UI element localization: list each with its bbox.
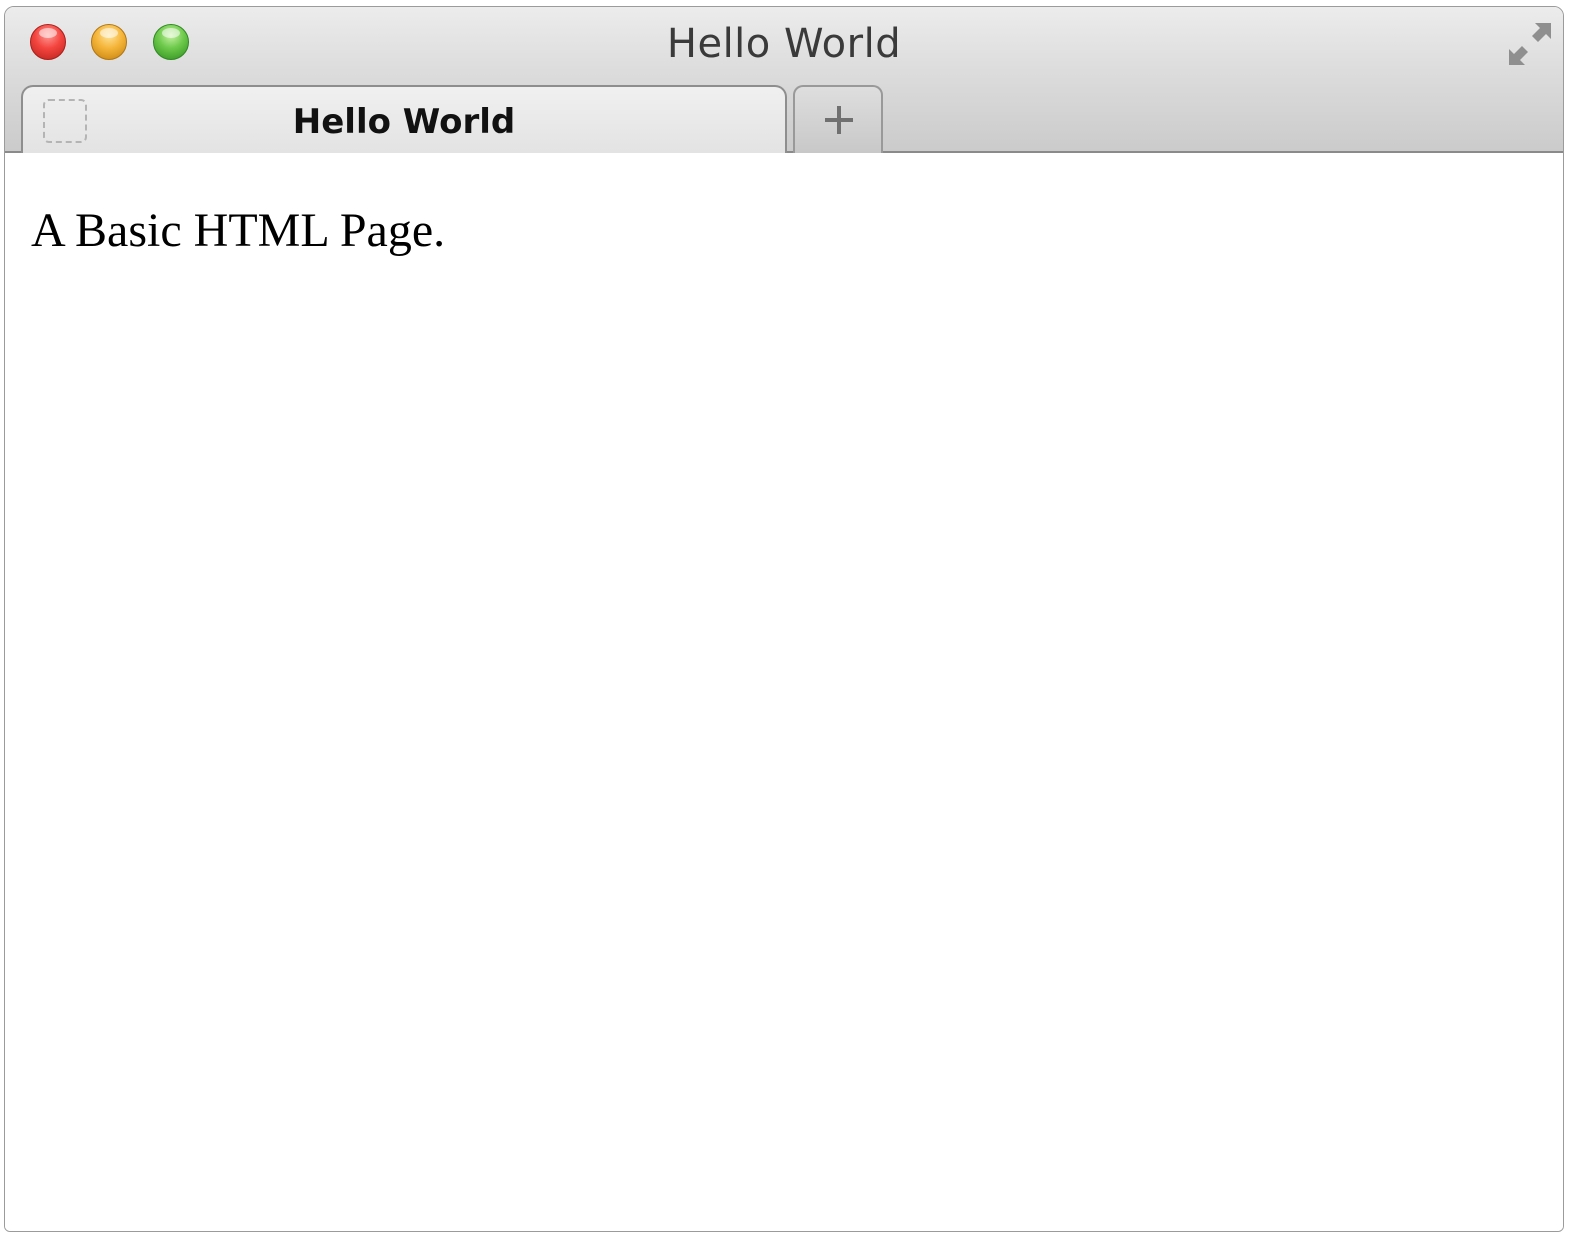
page-body-text: A Basic HTML Page.: [31, 204, 446, 257]
fullscreen-icon[interactable]: [1507, 21, 1553, 67]
tab-hello-world[interactable]: Hello World: [21, 85, 787, 157]
title-bar: Hello World Hello World: [5, 7, 1563, 157]
window-title: Hello World: [666, 21, 902, 67]
browser-window: Hello World Hello World A Basic HTML Pag…: [4, 6, 1564, 1232]
plus-icon: [825, 106, 853, 134]
page-content: A Basic HTML Page.: [5, 153, 1563, 1231]
new-tab-button[interactable]: [793, 85, 883, 153]
tab-label: Hello World: [292, 102, 516, 142]
